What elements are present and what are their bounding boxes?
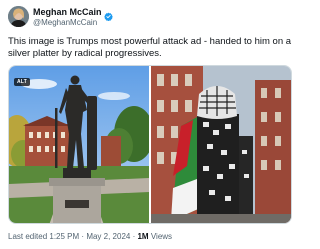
tweet-card[interactable]: Meghan McCain @MeghanMcCain This image i… (0, 0, 300, 249)
edited-label[interactable]: Last edited (8, 232, 47, 241)
author-handle[interactable]: @MeghanMcCain (33, 18, 97, 28)
avatar[interactable] (8, 6, 29, 27)
tweet-date[interactable]: May 2, 2024 (86, 232, 130, 241)
tweet-text: This image is Trumps most powerful attac… (8, 36, 292, 59)
tweet-media[interactable]: ALT (8, 65, 292, 224)
author-display-name[interactable]: Meghan McCain (33, 7, 102, 18)
tweet-meta: Last edited 1:25 PM · May 2, 2024 · 1M V… (8, 232, 172, 242)
views-count: 1M (137, 232, 149, 241)
views-label: Views (150, 232, 173, 241)
meta-separator: · (81, 232, 85, 241)
author-name-row: Meghan McCain (33, 7, 113, 22)
meta-separator: · (132, 232, 136, 241)
media-photo-statue-keffiyeh[interactable] (151, 66, 291, 223)
tweet-time[interactable]: 1:25 PM (49, 232, 79, 241)
verified-badge-icon (103, 8, 113, 22)
media-photo-statue-campus[interactable]: ALT (9, 66, 149, 223)
avatar-image (8, 6, 29, 27)
alt-text-badge[interactable]: ALT (14, 78, 30, 86)
